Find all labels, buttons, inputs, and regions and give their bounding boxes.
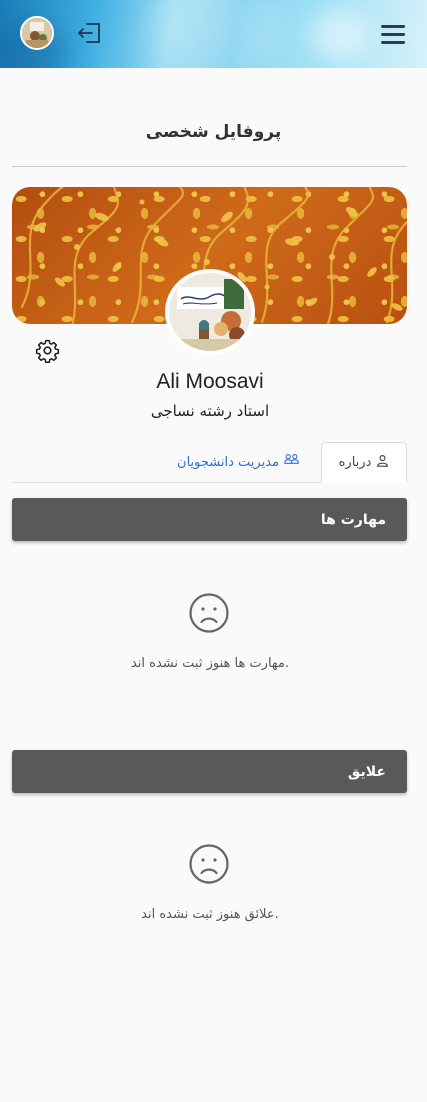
user-avatar[interactable] — [20, 16, 54, 50]
logout-icon[interactable] — [77, 21, 103, 45]
interests-section-header: علایق — [12, 750, 407, 793]
profile-name: Ali Moosavi — [156, 370, 264, 393]
users-icon — [284, 453, 299, 471]
header-background-decoration — [150, 0, 290, 68]
gear-icon[interactable] — [35, 338, 60, 364]
profile-role: استاد رشته نساجی — [150, 402, 270, 420]
tab-student-management-label: مدیریت دانشجویان — [177, 454, 279, 470]
page-title: پروفایل شخصی — [145, 122, 282, 142]
sad-face-icon — [188, 843, 230, 885]
user-icon — [376, 454, 389, 471]
tab-about[interactable]: درباره — [321, 442, 407, 483]
title-divider — [12, 166, 407, 167]
tab-student-management[interactable]: مدیریت دانشجویان — [160, 442, 316, 482]
skills-section-header: مهارت ها — [12, 498, 407, 541]
tab-about-label: درباره — [338, 455, 372, 470]
top-bar — [0, 0, 427, 68]
header-background-decoration — [310, 10, 370, 60]
interests-empty-text: علائق هنوز ثبت نشده اند. — [141, 907, 279, 922]
profile-photo[interactable] — [165, 269, 255, 355]
hamburger-icon[interactable] — [381, 25, 405, 45]
skills-empty-text: مهارت ها هنوز ثبت نشده اند. — [130, 656, 290, 671]
sad-face-icon — [188, 592, 230, 634]
